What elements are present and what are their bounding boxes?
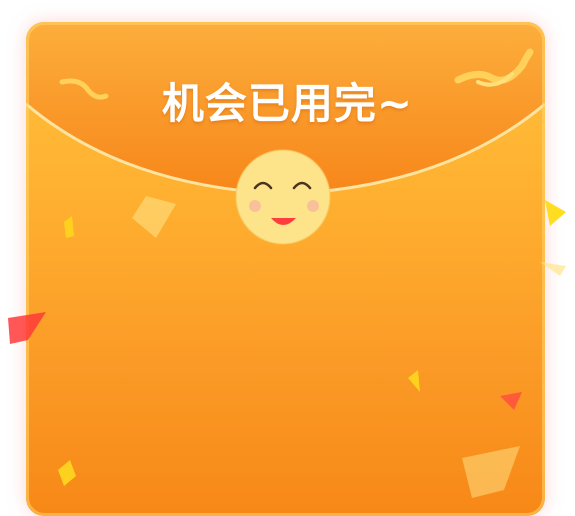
smiley-face-icon — [235, 149, 331, 245]
no-chances-popup: 机会已用完~ — [0, 0, 575, 516]
